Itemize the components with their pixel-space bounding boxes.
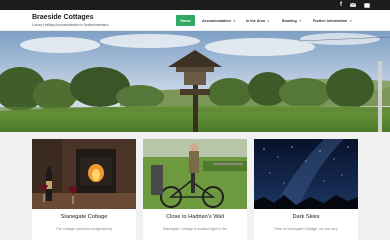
nav-accommodation-label: Accommodation: [202, 18, 231, 23]
card-image-night-sky: [254, 139, 358, 209]
nav-home[interactable]: Home: [176, 15, 195, 26]
chevron-down-icon: ▼: [266, 18, 270, 23]
top-bar: f: [0, 0, 390, 10]
nav-booking-label: Booking: [282, 18, 297, 23]
card-image-cycling: [143, 139, 247, 209]
nav-in-the-area[interactable]: In the Area ▼: [246, 15, 270, 26]
nav-accommodation[interactable]: Accommodation ▼: [202, 15, 236, 26]
card-text: The cottage has been imaginatively: [55, 227, 113, 231]
card-hadrians-wall[interactable]: Close to Hadrian's Wall Stanegate Cottag…: [143, 139, 247, 240]
site-title[interactable]: Braeside Cottages: [32, 14, 93, 21]
nav-further-information[interactable]: Further Information ▼: [313, 15, 352, 26]
card-title[interactable]: Dark Skies: [254, 214, 358, 220]
nav-in-the-area-label: In the Area: [246, 18, 265, 23]
nav-booking[interactable]: Booking ▼: [282, 15, 302, 26]
phone-icon[interactable]: [362, 0, 372, 10]
card-title[interactable]: Stanegate Cottage: [32, 214, 136, 220]
card-text: Stanegate Cottage is located right in th…: [163, 227, 227, 231]
site-tagline: Luxury Holiday Accommodation in Northumb…: [32, 23, 109, 27]
nav-home-label: Home: [180, 18, 191, 23]
site-header: Braeside Cottages Luxury Holiday Accommo…: [0, 10, 390, 31]
card-stanegate-cottage[interactable]: Stanegate Cottage The cottage has been i…: [32, 139, 136, 240]
hero-image: [0, 31, 390, 132]
card-image-fireplace: [32, 139, 136, 209]
card-title[interactable]: Close to Hadrian's Wall: [143, 214, 247, 220]
chevron-down-icon: ▼: [232, 18, 236, 23]
card-text: Here at Stanegate Cottage, we are very: [274, 227, 338, 231]
nav-further-information-label: Further Information: [313, 18, 348, 23]
envelope-icon[interactable]: [348, 0, 358, 10]
card-dark-skies[interactable]: Dark Skies Here at Stanegate Cottage, we…: [254, 139, 358, 240]
chevron-down-icon: ▼: [298, 18, 302, 23]
chevron-down-icon: ▼: [349, 18, 353, 23]
facebook-icon[interactable]: f: [336, 0, 346, 10]
